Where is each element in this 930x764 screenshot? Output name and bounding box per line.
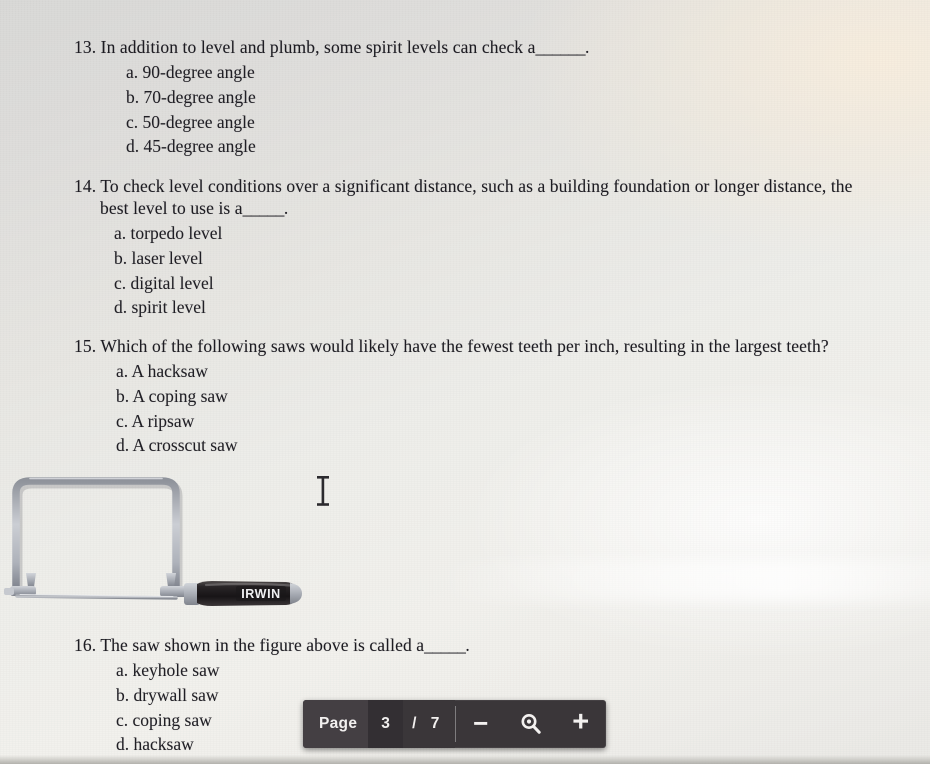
zoom-in-button[interactable]: + [556, 700, 606, 748]
choice-item[interactable]: a. torpedo level [114, 221, 914, 246]
question-13-text: In addition to level and plumb, some spi… [100, 37, 536, 57]
question-16-blank: _____ [424, 635, 466, 655]
choice-item[interactable]: c. A ripsaw [116, 409, 914, 434]
coping-saw-figure: IRWIN [4, 477, 302, 606]
saw-left-end-cap [4, 588, 14, 595]
question-16-tail: . [465, 635, 470, 655]
choice-item[interactable]: b. laser level [114, 246, 914, 271]
question-14-blank: _____ [242, 198, 285, 219]
choice-item[interactable]: c. digital level [114, 271, 914, 296]
saw-brand-label: IRWIN [241, 587, 281, 601]
question-16-number: 16. [74, 635, 97, 655]
question-15-stem: 15. Which of the following saws would li… [74, 335, 914, 357]
choice-item[interactable]: a. A hacksaw [116, 359, 914, 384]
question-14-stem: 14. To check level conditions over a sig… [74, 175, 914, 219]
saw-frame [12, 477, 180, 594]
question-15: 15. Which of the following saws would li… [74, 335, 914, 458]
saw-frame-shadow [13, 479, 183, 598]
question-14: 14. To check level conditions over a sig… [74, 175, 914, 320]
pdf-viewer-toolbar[interactable]: Page 3 / 7 − + [303, 700, 606, 748]
choice-item[interactable]: d. spirit level [114, 295, 914, 320]
magnifier-icon [521, 714, 541, 734]
page-label: Page [303, 700, 369, 748]
saw-handle-cap [290, 583, 302, 604]
question-16-stem: 16. The saw shown in the figure above is… [74, 634, 554, 656]
question-14-text-continued: best level to use is a_____. [100, 197, 914, 219]
zoom-controls-group[interactable]: − + [456, 700, 606, 748]
scanned-page: 13. In addition to level and plumb, some… [0, 0, 930, 764]
question-15-number: 15. [74, 336, 97, 356]
question-14-tail: . [283, 198, 289, 219]
choice-item[interactable]: c. 50-degree angle [126, 110, 894, 135]
question-13-stem: 13. In addition to level and plumb, some… [74, 36, 894, 58]
saw-left-tension-knob [26, 573, 36, 587]
choice-item[interactable]: d. 45-degree angle [126, 134, 894, 159]
page-glare [430, 560, 930, 602]
zoom-reset-button[interactable] [506, 700, 556, 748]
text-ibeam-cursor [317, 476, 329, 506]
question-15-text: Which of the following saws would likely… [100, 336, 829, 356]
choice-item[interactable]: a. keyhole saw [116, 658, 554, 683]
saw-right-collar [160, 586, 188, 597]
choice-item[interactable]: b. 70-degree angle [126, 85, 894, 110]
question-13: 13. In addition to level and plumb, some… [74, 36, 894, 159]
question-13-choices: a. 90-degree angle b. 70-degree angle c.… [126, 60, 894, 159]
page-indicator-group[interactable]: Page 3 / 7 [303, 700, 455, 748]
question-14-text-line2: best level to use is a [100, 198, 243, 219]
choice-item[interactable]: b. A coping saw [116, 384, 914, 409]
question-14-choices: a. torpedo level b. laser level c. digit… [114, 221, 914, 320]
total-page-count: 7 [425, 700, 455, 748]
plus-icon: + [572, 705, 590, 738]
question-13-blank: ______ [535, 37, 586, 57]
minus-icon: − [473, 708, 489, 738]
question-13-number: 13. [74, 37, 97, 57]
current-page-number[interactable]: 3 [368, 700, 404, 748]
question-14-text: To check level conditions over a signifi… [100, 176, 853, 196]
zoom-out-button[interactable]: − [456, 700, 506, 748]
question-15-choices: a. A hacksaw b. A coping saw c. A ripsaw… [116, 359, 914, 458]
page-separator: / [403, 700, 426, 748]
question-16-text: The saw shown in the figure above is cal… [100, 635, 425, 655]
choice-item[interactable]: a. 90-degree angle [126, 60, 894, 85]
question-13-tail: . [585, 37, 590, 57]
question-14-number: 14. [74, 176, 97, 196]
